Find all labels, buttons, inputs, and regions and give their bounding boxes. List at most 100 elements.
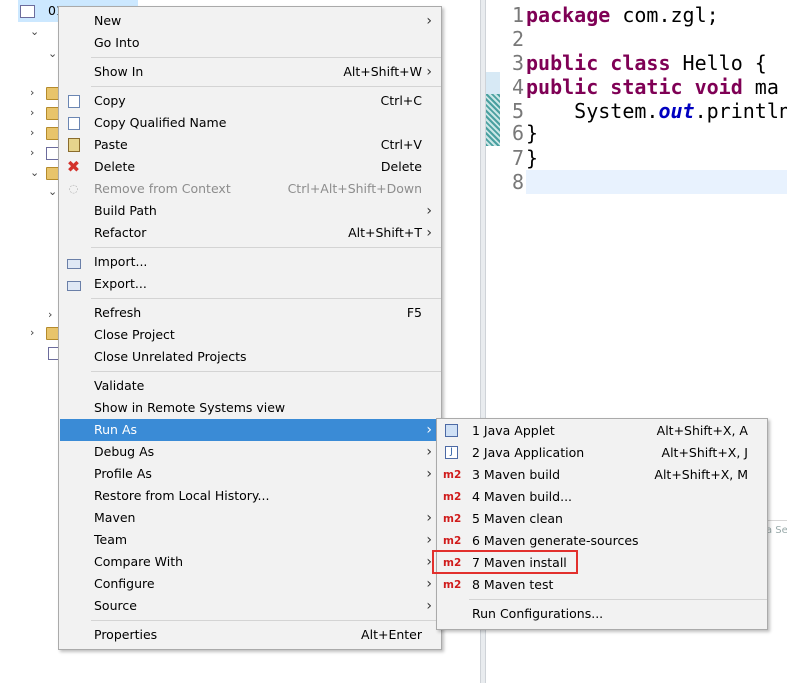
menu-item-label: Copy Qualified Name <box>94 115 227 130</box>
menu-item-shortcut: Delete <box>380 159 422 174</box>
code-line[interactable]: 1 package com.zgl; <box>486 3 787 27</box>
menu-item-source[interactable]: Source › <box>60 595 440 617</box>
menu-item-4-maven-build[interactable]: m2 4 Maven build... <box>438 486 766 508</box>
line-number: 4 <box>511 75 524 99</box>
menu-item-restore-from-local-history[interactable]: Restore from Local History... <box>60 485 440 507</box>
keyword-token: public <box>526 75 599 99</box>
menu-item-5-maven-clean[interactable]: m2 5 Maven clean <box>438 508 766 530</box>
m2-icon: m2 <box>443 513 462 525</box>
menu-item-copy[interactable]: Copy Ctrl+C <box>60 90 440 112</box>
menu-item-team[interactable]: Team › <box>60 529 440 551</box>
line-number: 6 <box>511 121 524 145</box>
m2-icon: m2 <box>443 491 462 503</box>
menu-item-properties[interactable]: Properties Alt+Enter <box>60 624 440 646</box>
menu-item-run-configurations[interactable]: Run Configurations... <box>438 603 766 625</box>
menu-item-label: Refresh <box>94 305 142 320</box>
menu-item-compare-with[interactable]: Compare With › <box>60 551 440 573</box>
menu-item-label: Paste <box>94 137 128 152</box>
code-line[interactable]: 4 public static void ma <box>486 75 787 99</box>
chevron-down-icon[interactable]: ⌄ <box>30 167 42 179</box>
code-line[interactable]: 2 <box>486 27 787 51</box>
menu-item-label: Copy <box>94 93 126 108</box>
menu-item-paste[interactable]: Paste Ctrl+V <box>60 134 440 156</box>
menu-item-refresh[interactable]: Refresh F5 <box>60 302 440 324</box>
menu-item-label: Close Project <box>94 327 175 342</box>
menu-item-label: Remove from Context <box>94 181 231 196</box>
copy-qualified-icon <box>68 117 80 130</box>
code-token: } <box>526 146 539 170</box>
menu-item-maven[interactable]: Maven › <box>60 507 440 529</box>
menu-item-shortcut: Alt+Shift+X, J <box>661 445 748 460</box>
menu-item-label: Refactor <box>94 225 147 240</box>
copy-icon <box>68 95 80 108</box>
submenu-arrow-icon: › <box>426 444 432 460</box>
submenu-arrow-icon: › <box>426 532 432 548</box>
submenu-arrow-icon: › <box>426 598 432 614</box>
chevron-right-icon[interactable]: › <box>30 327 42 339</box>
remove-context-icon: ◌ <box>68 182 79 195</box>
chevron-down-icon[interactable]: ⌄ <box>30 26 42 38</box>
menu-separator <box>469 599 767 600</box>
code-token: ma <box>742 75 779 99</box>
code-text: System.out.println <box>526 99 787 123</box>
menu-item-build-path[interactable]: Build Path › <box>60 200 440 222</box>
menu-item-refactor[interactable]: Refactor Alt+Shift+T › <box>60 222 440 244</box>
menu-item-close-project[interactable]: Close Project <box>60 324 440 346</box>
menu-item-copy-qualified-name[interactable]: Copy Qualified Name <box>60 112 440 134</box>
code-line[interactable]: 5 System.out.println <box>486 99 787 123</box>
code-line[interactable]: 6} <box>486 121 787 145</box>
keyword-token: package <box>526 3 611 27</box>
menu-item-shortcut: Ctrl+V <box>380 137 422 152</box>
menu-item-label: Validate <box>94 378 145 393</box>
menu-item-shortcut: Ctrl+Alt+Shift+Down <box>287 181 422 196</box>
menu-item-6-maven-generate-sources[interactable]: m2 6 Maven generate-sources <box>438 530 766 552</box>
line-number: 2 <box>511 27 524 51</box>
code-text: } <box>526 146 538 170</box>
menu-item-delete[interactable]: ✖ Delete Delete <box>60 156 440 178</box>
run-as-submenu: 1 Java Applet Alt+Shift+X, A J 2 Java Appli… <box>436 418 768 630</box>
menu-separator <box>91 620 441 621</box>
menu-item-go-into[interactable]: Go Into <box>60 32 440 54</box>
menu-item-label: Profile As <box>94 466 152 481</box>
menu-item-new[interactable]: New › <box>60 10 440 32</box>
menu-item-import[interactable]: Import... <box>60 251 440 273</box>
menu-item-1-java-applet[interactable]: 1 Java Applet Alt+Shift+X, A <box>438 420 766 442</box>
chevron-right-icon[interactable]: › <box>30 147 42 159</box>
chevron-right-icon[interactable]: › <box>30 127 42 139</box>
code-line[interactable]: 7} <box>486 146 787 170</box>
menu-item-shortcut: Alt+Shift+X, M <box>654 467 748 482</box>
field-token: out <box>658 99 695 123</box>
menu-item-debug-as[interactable]: Debug As › <box>60 441 440 463</box>
lower-pane-tab[interactable]: a Se <box>766 520 787 541</box>
menu-item-configure[interactable]: Configure › <box>60 573 440 595</box>
menu-item-8-maven-test[interactable]: m2 8 Maven test <box>438 574 766 596</box>
menu-separator <box>91 247 441 248</box>
code-line[interactable]: 3 public class Hello { <box>486 51 787 75</box>
menu-item-label: Import... <box>94 254 148 269</box>
code-token: com.zgl; <box>610 3 719 27</box>
menu-item-run-as[interactable]: Run As › <box>60 419 440 441</box>
menu-item-validate[interactable]: Validate <box>60 375 440 397</box>
menu-item-label: Show in Remote Systems view <box>94 400 286 415</box>
lower-pane-tab-label: a Se <box>766 525 787 536</box>
menu-item-3-maven-build[interactable]: m2 3 Maven build Alt+Shift+X, M <box>438 464 766 486</box>
line-number: 7 <box>511 146 524 170</box>
line-number: 1 <box>511 3 524 27</box>
menu-item-2-java-application[interactable]: J 2 Java Application Alt+Shift+X, J <box>438 442 766 464</box>
line-number: 3 <box>511 51 524 75</box>
menu-item-remove-from-context: ◌ Remove from Context Ctrl+Alt+Shift+Down <box>60 178 440 200</box>
code-line[interactable]: 8 <box>486 170 787 194</box>
menu-item-close-unrelated-projects[interactable]: Close Unrelated Projects <box>60 346 440 368</box>
menu-separator <box>91 371 441 372</box>
chevron-right-icon[interactable]: › <box>30 87 42 99</box>
project-context-menu: New › Go Into Show In Alt+Shift+W › Copy Ctrl+C… <box>58 6 442 650</box>
chevron-right-icon[interactable]: › <box>30 107 42 119</box>
menu-item-show-in[interactable]: Show In Alt+Shift+W › <box>60 61 440 83</box>
code-text: public static void ma <box>526 75 779 99</box>
menu-item-show-in-remote-systems-view[interactable]: Show in Remote Systems view <box>60 397 440 419</box>
menu-item-profile-as[interactable]: Profile As › <box>60 463 440 485</box>
menu-item-label: Configure <box>94 576 155 591</box>
menu-item-export[interactable]: Export... <box>60 273 440 295</box>
code-text: package com.zgl; <box>526 3 719 27</box>
